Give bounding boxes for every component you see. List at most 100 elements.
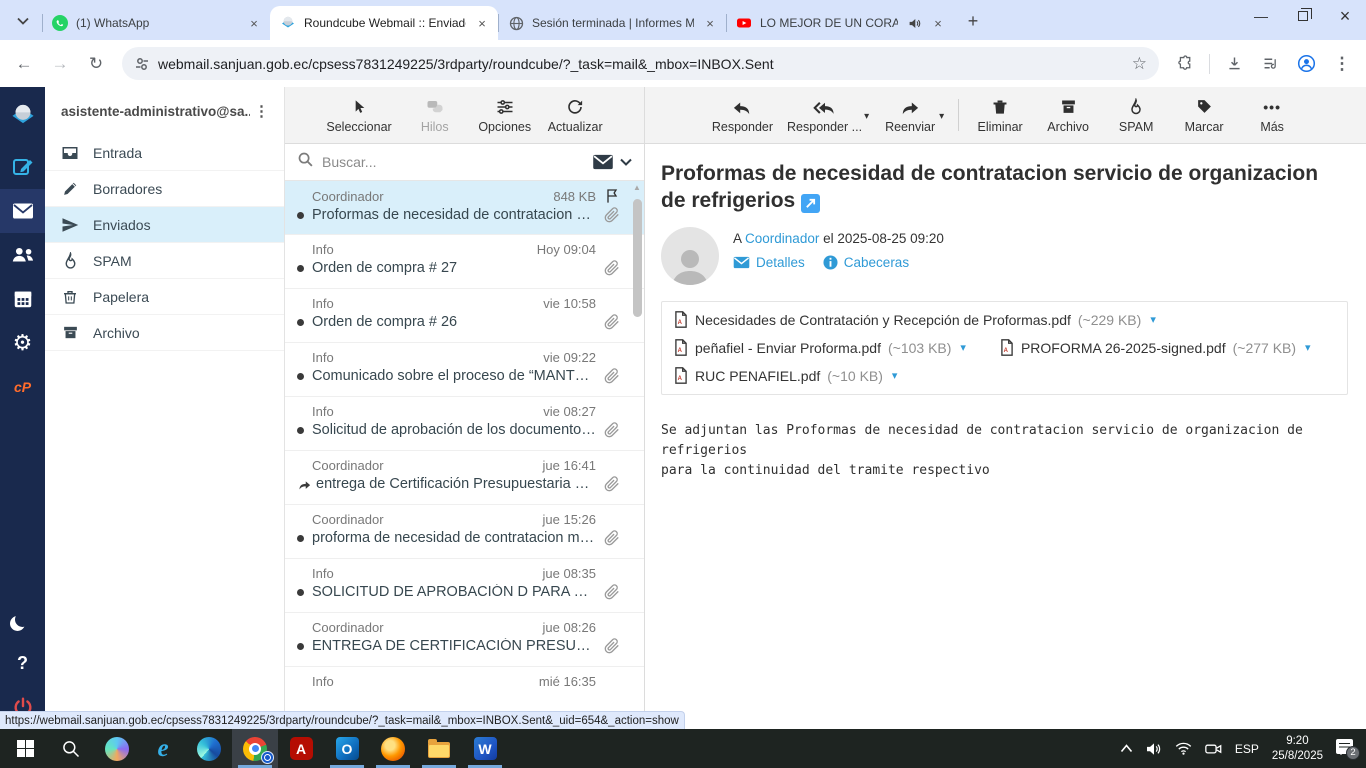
list-item[interactable]: Info Hoy 09:04 Orden de compra # 27 [285, 235, 644, 289]
start-button[interactable] [2, 729, 48, 768]
wifi-icon[interactable] [1175, 742, 1192, 755]
tray-expand-icon[interactable] [1120, 744, 1133, 753]
attachment-menu-caret-icon[interactable]: ▾ [1150, 313, 1156, 326]
account-menu-kebab-icon[interactable]: ⋮ [250, 102, 274, 120]
list-item[interactable]: Info vie 10:58 Orden de compra # 26 [285, 289, 644, 343]
address-bar[interactable]: webmail.sanjuan.gob.ec/cpsess7831249225/… [122, 47, 1159, 80]
search-input[interactable] [322, 154, 584, 170]
dark-mode-button[interactable] [0, 597, 45, 641]
tab-close-icon[interactable]: × [930, 15, 946, 31]
tab-session[interactable]: Sesión terminada | Informes Me × [498, 6, 726, 40]
volume-icon[interactable] [1146, 742, 1162, 756]
tab-search-chevron-icon[interactable] [6, 7, 40, 35]
site-settings-icon[interactable] [134, 56, 150, 72]
list-scrollbar[interactable]: ▲ ▼ [631, 183, 643, 727]
window-restore-button[interactable] [1282, 0, 1324, 32]
outlook-icon[interactable]: O [324, 729, 370, 768]
refresh-button[interactable]: Actualizar [548, 97, 603, 134]
window-close-button[interactable]: × [1324, 0, 1366, 32]
list-item[interactable]: Coordinador 848 KB Proformas de necesida… [285, 181, 644, 235]
forward-button[interactable]: → [44, 48, 76, 80]
nav-calendar-button[interactable] [0, 277, 45, 321]
delete-button[interactable]: Eliminar [973, 97, 1027, 134]
forward-button-mail[interactable]: Reenviar [883, 97, 937, 134]
firefox-icon[interactable] [370, 729, 416, 768]
external-link-icon[interactable] [801, 194, 821, 214]
nav-settings-button[interactable]: ⚙ [0, 321, 45, 365]
reload-button[interactable]: ↻ [80, 48, 112, 80]
details-toggle[interactable]: Detalles [733, 255, 805, 270]
attachment-item[interactable]: A PROFORMA 26-2025-signed.pdf (~277 KB) … [1000, 334, 1311, 362]
internet-explorer-icon[interactable]: e [140, 729, 186, 768]
extensions-icon[interactable] [1169, 48, 1201, 80]
taskbar-search-button[interactable] [48, 729, 94, 768]
nav-contacts-button[interactable] [0, 233, 45, 277]
mark-button[interactable]: Marcar [1177, 97, 1231, 134]
attachment-menu-caret-icon[interactable]: ▾ [892, 369, 898, 382]
list-item[interactable]: Info jue 08:35 SOLICITUD DE APROBACIÓN D… [285, 559, 644, 613]
side-panel-icon[interactable] [1254, 48, 1286, 80]
help-button[interactable]: ? [0, 641, 45, 685]
cpanel-icon[interactable]: cP [0, 365, 45, 409]
chrome-icon[interactable] [232, 729, 278, 768]
select-button[interactable]: Seleccionar [326, 97, 392, 134]
tab-close-icon[interactable]: × [474, 15, 490, 31]
acrobat-icon[interactable]: A [278, 729, 324, 768]
attachment-item[interactable]: A Necesidades de Contratación y Recepció… [674, 306, 1335, 334]
folder-entrada[interactable]: Entrada [45, 135, 284, 171]
new-tab-button[interactable]: + [960, 8, 986, 34]
attachment-item[interactable]: A peñafiel - Enviar Proforma.pdf (~103 K… [674, 334, 966, 362]
scroll-up-icon[interactable]: ▲ [633, 183, 641, 195]
downloads-icon[interactable] [1218, 48, 1250, 80]
list-item[interactable]: Coordinador jue 08:26 ENTREGA DE CERTIFI… [285, 613, 644, 667]
meet-now-icon[interactable] [1205, 742, 1222, 756]
reply-button[interactable]: Responder [712, 97, 773, 134]
menu-kebab-icon[interactable]: ⋮ [1326, 48, 1358, 80]
tab-whatsapp[interactable]: (1) WhatsApp × [42, 6, 270, 40]
bookmark-star-icon[interactable]: ☆ [1132, 54, 1147, 74]
forward-caret-icon[interactable]: ▾ [939, 111, 944, 122]
word-icon[interactable]: W [462, 729, 508, 768]
profile-icon[interactable] [1290, 48, 1322, 80]
file-explorer-icon[interactable] [416, 729, 462, 768]
list-item[interactable]: Coordinador jue 15:26 proforma de necesi… [285, 505, 644, 559]
recipient-link[interactable]: Coordinador [745, 231, 819, 246]
list-item[interactable]: Info vie 09:22 Comunicado sobre el proce… [285, 343, 644, 397]
archive-button[interactable]: Archivo [1041, 97, 1095, 134]
back-button[interactable]: ← [8, 48, 40, 80]
options-button[interactable]: Opciones [478, 97, 532, 134]
scrollbar-thumb[interactable] [632, 199, 642, 317]
folder-enviados[interactable]: Enviados [45, 207, 284, 243]
folder-borradores[interactable]: Borradores [45, 171, 284, 207]
list-item[interactable]: Info vie 08:27 Solicitud de aprobación d… [285, 397, 644, 451]
headers-toggle[interactable]: Cabeceras [823, 255, 909, 270]
search-scope-button[interactable] [592, 154, 632, 170]
tab-close-icon[interactable]: × [702, 15, 718, 31]
tab-youtube[interactable]: LO MEJOR DE UN CORAZÓ × [726, 6, 954, 40]
reply-all-caret-icon[interactable]: ▾ [864, 111, 869, 122]
action-center-icon[interactable]: 2 [1336, 738, 1360, 760]
list-item[interactable]: Coordinador jue 16:41 entrega de Certifi… [285, 451, 644, 505]
threads-button[interactable]: Hilos [408, 97, 462, 134]
more-button[interactable]: ••• Más [1245, 97, 1299, 134]
window-minimize-button[interactable]: — [1240, 0, 1282, 32]
attachment-menu-caret-icon[interactable]: ▾ [1305, 341, 1311, 354]
spam-button[interactable]: SPAM [1109, 97, 1163, 134]
compose-button[interactable] [0, 145, 45, 189]
url-text[interactable]: webmail.sanjuan.gob.ec/cpsess7831249225/… [158, 56, 1124, 72]
tab-audio-icon[interactable] [906, 15, 922, 31]
folder-papelera[interactable]: Papelera [45, 279, 284, 315]
folder-archivo[interactable]: Archivo [45, 315, 284, 351]
edge-icon[interactable] [186, 729, 232, 768]
tab-roundcube[interactable]: Roundcube Webmail :: Enviados × [270, 6, 498, 40]
flag-icon[interactable] [596, 188, 620, 204]
nav-mail-button[interactable] [0, 189, 45, 233]
tab-close-icon[interactable]: × [246, 15, 262, 31]
language-indicator[interactable]: ESP [1235, 742, 1259, 756]
clock[interactable]: 9:20 25/8/2025 [1272, 734, 1323, 764]
reply-all-button[interactable]: Responder ... [787, 97, 862, 134]
copilot-icon[interactable] [94, 729, 140, 768]
attachment-item[interactable]: A RUC PENAFIEL.pdf (~10 KB) ▾ [674, 362, 897, 390]
attachment-menu-caret-icon[interactable]: ▾ [960, 341, 966, 354]
folder-spam[interactable]: SPAM [45, 243, 284, 279]
